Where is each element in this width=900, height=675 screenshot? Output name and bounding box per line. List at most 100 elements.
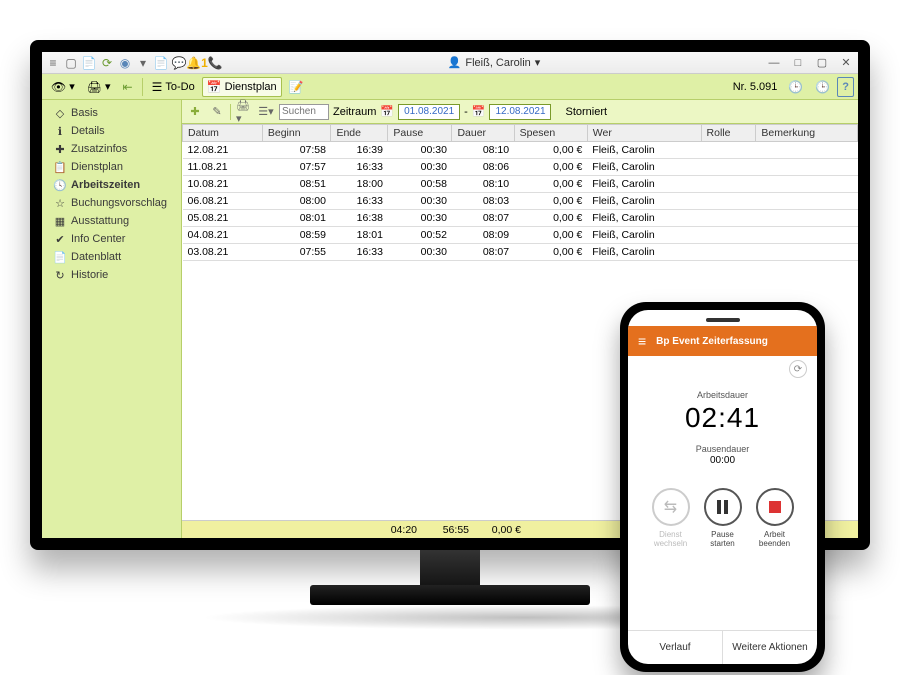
basis-icon: ◇	[54, 107, 66, 119]
cell-bemerkung	[756, 210, 858, 227]
storniert-label[interactable]: Storniert	[565, 106, 607, 118]
col-ende[interactable]: Ende	[331, 125, 388, 142]
cell-ende: 16:33	[331, 159, 388, 176]
swap-icon: ⇆	[664, 497, 677, 517]
close-button[interactable]: ✕	[838, 56, 854, 70]
verlauf-button[interactable]: Verlauf	[628, 631, 722, 664]
window-icon[interactable]: ▢	[64, 56, 78, 70]
cell-wer: Fleiß, Carolin	[587, 159, 701, 176]
table-row[interactable]: 10.08.2108:5118:0000:5808:100,00 €Fleiß,…	[183, 176, 858, 193]
cell-pause: 00:52	[388, 227, 452, 244]
phone-icon[interactable]: 📞	[208, 56, 222, 70]
bell-icon[interactable]: 🔔1	[190, 56, 204, 70]
cell-spesen: 0,00 €	[514, 159, 587, 176]
cell-ende: 18:00	[331, 176, 388, 193]
sidebar-item-basis[interactable]: ◇ Basis	[42, 104, 181, 122]
table-row[interactable]: 06.08.2108:0016:3300:3008:030,00 €Fleiß,…	[183, 193, 858, 210]
history-back-button[interactable]: 🕒	[783, 77, 808, 97]
cell-spesen: 0,00 €	[514, 142, 587, 159]
cell-wer: Fleiß, Carolin	[587, 244, 701, 261]
dienst-wechseln-button[interactable]: ⇆ Dienstwechseln	[652, 488, 690, 548]
arbeit-beenden-button[interactable]: Arbeitbeenden	[756, 488, 794, 548]
historie-icon: ↻	[54, 269, 66, 281]
notes-button[interactable]: 📝	[284, 77, 309, 97]
sidebar-item-dienstplan[interactable]: 📋Dienstplan	[42, 158, 181, 176]
sidebar-item-label: Basis	[71, 107, 98, 119]
restore-button[interactable]: □	[790, 56, 806, 70]
date-to-input[interactable]	[489, 104, 551, 120]
col-bemerkung[interactable]: Bemerkung	[756, 125, 858, 142]
pause-starten-button[interactable]: Pausestarten	[704, 488, 742, 548]
sidebar-item-ausstattung[interactable]: ▦ Ausstattung	[42, 212, 181, 230]
history-fwd-button[interactable]: 🕒	[810, 77, 835, 97]
table-row[interactable]: 12.08.2107:5816:3900:3008:100,00 €Fleiß,…	[183, 142, 858, 159]
save-icon[interactable]: 📄	[82, 56, 96, 70]
help-button[interactable]: ?	[837, 77, 854, 97]
sidebar-item-arbeitszeiten[interactable]: 🕓Arbeitszeiten	[42, 176, 181, 194]
sidebar-item-zusatzinfos[interactable]: ✚Zusatzinfos	[42, 140, 181, 158]
refresh-icon[interactable]: ⟳	[100, 56, 114, 70]
hamburger-icon[interactable]: ≡	[638, 333, 646, 349]
cell-wer: Fleiß, Carolin	[587, 176, 701, 193]
chevron-down-icon[interactable]: ▾	[535, 56, 541, 69]
weitere-aktionen-button[interactable]: Weitere Aktionen	[722, 631, 817, 664]
dropdown-icon[interactable]: ▾	[136, 56, 150, 70]
sidebar-item-label: Ausstattung	[71, 215, 129, 227]
col-pause[interactable]: Pause	[388, 125, 452, 142]
add-button[interactable]: ✚	[186, 103, 204, 121]
dienstplan-button[interactable]: 📅Dienstplan	[202, 77, 282, 97]
zeitraum-label: Zeitraum	[333, 106, 376, 118]
table-row[interactable]: 11.08.2107:5716:3300:3008:060,00 €Fleiß,…	[183, 159, 858, 176]
content-toolbar: ✚ ✎ 🖨▾ ☰▾ Zeitraum 📅 - 📅 Storniert	[182, 100, 858, 124]
arbeitsdauer-value: 02:41	[685, 402, 760, 434]
cell-ende: 16:39	[331, 142, 388, 159]
export-button[interactable]: ⇤	[118, 77, 138, 97]
col-spesen[interactable]: Spesen	[514, 125, 587, 142]
cell-bemerkung	[756, 142, 858, 159]
calendar-to-icon[interactable]: 📅	[472, 105, 486, 118]
maximize-button[interactable]: ▢	[814, 56, 830, 70]
sidebar-item-datenblatt[interactable]: 📄Datenblatt	[42, 248, 181, 266]
date-from-input[interactable]	[398, 104, 460, 120]
search-input[interactable]	[279, 104, 329, 120]
sidebar-item-label: Buchungsvorschlag	[71, 197, 167, 209]
sidebar-item-details[interactable]: ℹDetails	[42, 122, 181, 140]
col-dauer[interactable]: Dauer	[452, 125, 514, 142]
print-button[interactable]: 🖨▾	[82, 77, 116, 97]
view-button[interactable]: 👁▾	[46, 77, 80, 97]
table-row[interactable]: 04.08.2108:5918:0100:5208:090,00 €Fleiß,…	[183, 227, 858, 244]
cell-dauer: 08:09	[452, 227, 514, 244]
col-wer[interactable]: Wer	[587, 125, 701, 142]
sidebar-item-label: Dienstplan	[71, 161, 123, 173]
clock-fwd-icon: 🕒	[815, 80, 830, 94]
cell-rolle	[701, 193, 756, 210]
cell-rolle	[701, 210, 756, 227]
doc-icon[interactable]: 📄	[154, 56, 168, 70]
nav-icon[interactable]: ◉	[118, 56, 132, 70]
col-datum[interactable]: Datum	[183, 125, 263, 142]
cell-ende: 16:33	[331, 193, 388, 210]
columns-button[interactable]: ☰▾	[257, 103, 275, 121]
table-row[interactable]: 03.08.2107:5516:3300:3008:070,00 €Fleiß,…	[183, 244, 858, 261]
ausstattung-icon: ▦	[54, 215, 66, 227]
sidebar-item-historie[interactable]: ↻Historie	[42, 266, 181, 284]
cell-beginn: 08:59	[262, 227, 331, 244]
todo-button[interactable]: ☰To-Do	[147, 77, 200, 97]
sidebar-item-buchungsvorschlag[interactable]: ☆Buchungsvorschlag	[42, 194, 181, 212]
phone-refresh-button[interactable]: ⟳	[789, 360, 807, 378]
chat-icon[interactable]: 💬	[172, 56, 186, 70]
col-beginn[interactable]: Beginn	[262, 125, 331, 142]
minimize-button[interactable]: —	[766, 56, 782, 70]
sidebar-item-info center[interactable]: ✔Info Center	[42, 230, 181, 248]
cell-dauer: 08:07	[452, 210, 514, 227]
cell-spesen: 0,00 €	[514, 244, 587, 261]
print-list-button[interactable]: 🖨▾	[235, 103, 253, 121]
cell-pause: 00:30	[388, 142, 452, 159]
col-rolle[interactable]: Rolle	[701, 125, 756, 142]
calendar-from-icon[interactable]: 📅	[380, 105, 394, 118]
status-pause-total: 04:20	[377, 524, 417, 536]
table-row[interactable]: 05.08.2108:0116:3800:3008:070,00 €Fleiß,…	[183, 210, 858, 227]
info center-icon: ✔	[54, 233, 66, 245]
edit-button[interactable]: ✎	[208, 103, 226, 121]
menu-icon[interactable]: ≡	[46, 56, 60, 70]
